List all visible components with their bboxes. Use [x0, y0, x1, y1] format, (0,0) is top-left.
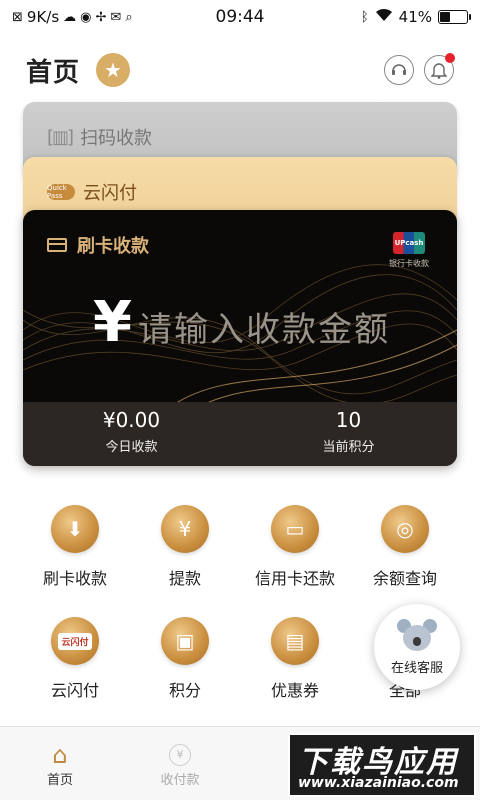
- card-down-icon: ⬇: [51, 505, 99, 553]
- upcash-badge: UPcash 银行卡收款: [389, 232, 429, 269]
- feature-label: 余额查询: [372, 569, 437, 588]
- feature-label: 优惠券: [270, 681, 319, 700]
- koala-mascot-icon: [397, 618, 437, 655]
- upcash-caption: 银行卡收款: [389, 259, 429, 268]
- bluetooth-icon: ᛒ: [360, 9, 369, 25]
- notification-bell-icon[interactable]: [424, 53, 455, 85]
- qr-scan-icon: [▥]: [47, 126, 74, 148]
- swipe-card-panel[interactable]: 刷卡收款 UPcash 银行卡收款 ¥ 请输入收款金额 ¥0.00 今日收款 1…: [23, 210, 457, 466]
- points-value: 10: [335, 408, 362, 432]
- star-icon[interactable]: ★: [96, 53, 131, 87]
- cloud-pay-label: 云闪付: [83, 183, 137, 204]
- money-bag-icon: ¥: [161, 505, 209, 553]
- coins-icon: ◎: [381, 505, 429, 553]
- battery-percent: 41%: [398, 8, 432, 26]
- status-bar: ⊠ 9K/s ☁ ◉ ✢ ✉ ⌕ 09:44 ᛒ 41%: [0, 0, 480, 34]
- gift-icon: ▣: [161, 617, 209, 665]
- today-income-stat: ¥0.00 今日收款: [23, 402, 240, 466]
- upcash-logo-icon: UPcash: [393, 232, 425, 254]
- amount-input[interactable]: ¥ 请输入收款金额: [93, 290, 390, 355]
- wifi-icon: [375, 8, 393, 26]
- feature-credit-repay[interactable]: ▭ 信用卡还款: [240, 505, 350, 589]
- today-income-value: ¥0.00: [102, 408, 161, 432]
- feature-points[interactable]: ▣ 积分: [130, 617, 240, 701]
- feature-label: 提款: [168, 569, 201, 588]
- notification-dot: [445, 53, 455, 63]
- amount-placeholder: 请输入收款金额: [137, 310, 390, 350]
- feature-label: 信用卡还款: [254, 569, 335, 588]
- feature-withdraw[interactable]: ¥ 提款: [130, 505, 240, 589]
- feature-label: 云闪付: [50, 681, 99, 700]
- feature-label: 积分: [168, 681, 201, 700]
- watermark: 下载鸟应用 www.xiazainiao.com: [288, 733, 476, 797]
- cloud-pay-icon-text: 云闪付: [58, 632, 92, 650]
- nav-payments[interactable]: ¥ 收付款: [140, 741, 220, 788]
- online-service-label: 在线客服: [390, 660, 443, 676]
- bank-card-icon: [47, 238, 67, 252]
- nav-home[interactable]: ⌂ 首页: [20, 741, 100, 788]
- quickpass-logo-icon: Quick Pass: [47, 184, 75, 200]
- page-title: 首页: [26, 57, 81, 88]
- currency-symbol: ¥: [93, 290, 132, 355]
- battery-icon: [438, 10, 471, 24]
- swipe-card-label: 刷卡收款: [77, 236, 149, 257]
- app-header: 首页 ★: [0, 40, 480, 100]
- customer-service-icon[interactable]: [384, 55, 414, 85]
- watermark-url: www.xiazainiao.com: [298, 775, 459, 791]
- stats-bar: ¥0.00 今日收款 10 当前积分: [23, 402, 457, 466]
- nav-home-label: 首页: [46, 773, 73, 788]
- points-label: 当前积分: [322, 440, 375, 455]
- home-icon: ⌂: [52, 741, 68, 769]
- today-income-label: 今日收款: [105, 440, 158, 455]
- feature-label: 刷卡收款: [42, 569, 107, 588]
- credit-card-icon: ▭: [271, 505, 319, 553]
- points-stat: 10 当前积分: [240, 402, 457, 466]
- scan-pay-label: 扫码收款: [80, 128, 153, 149]
- feature-balance[interactable]: ◎ 余额查询: [350, 505, 460, 589]
- cloud-pay-icon: 云闪付: [51, 617, 99, 665]
- yen-circle-icon: ¥: [169, 744, 191, 766]
- coupon-icon: ▤: [271, 617, 319, 665]
- feature-cloud-pay[interactable]: 云闪付 云闪付: [20, 617, 130, 701]
- feature-swipe-card[interactable]: ⬇ 刷卡收款: [20, 505, 130, 589]
- online-service-button[interactable]: 在线客服: [374, 604, 460, 690]
- nav-payments-label: 收付款: [160, 773, 200, 788]
- feature-coupon[interactable]: ▤ 优惠券: [240, 617, 350, 701]
